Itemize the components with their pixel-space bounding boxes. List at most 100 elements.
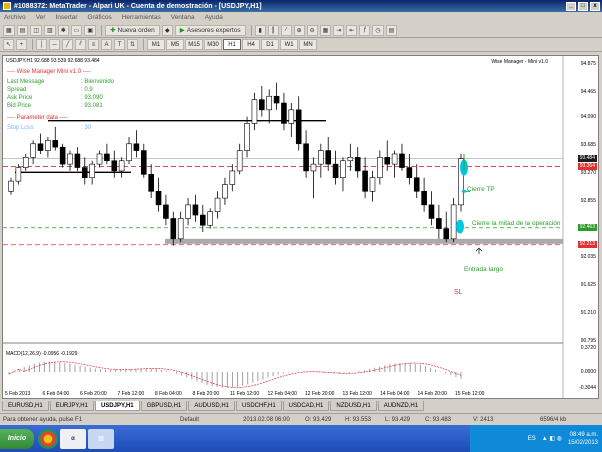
horizontal-line-icon[interactable]: ─ — [49, 39, 61, 50]
candle-body — [295, 109, 302, 145]
channel-icon[interactable]: ⫽ — [75, 39, 87, 50]
zoom-in-icon[interactable]: ⊕ — [293, 24, 305, 36]
language-indicator[interactable]: ES — [528, 436, 536, 442]
crosshair-icon[interactable]: + — [16, 39, 28, 50]
candle-body — [443, 228, 450, 240]
label-icon[interactable]: T — [114, 39, 126, 50]
menu-ventana[interactable]: Ventana — [171, 14, 195, 21]
zoom-out-icon[interactable]: ⊖ — [306, 24, 318, 36]
expert-name: Wise Manager - Mini v1.0 — [491, 59, 548, 65]
menu-ayuda[interactable]: Ayuda — [205, 14, 223, 21]
tile-icon[interactable]: ▦ — [319, 24, 332, 36]
autoscroll-icon[interactable]: ⇥ — [333, 24, 345, 36]
status-bar: Para obtener ayuda, pulse F1 Default 201… — [0, 413, 602, 425]
start-button[interactable]: Inicio — [0, 428, 34, 449]
tab-usdcad-h1[interactable]: USDCAD,H1 — [282, 400, 330, 411]
maximize-button[interactable]: □ — [578, 1, 588, 11]
vertical-line-icon[interactable]: │ — [36, 39, 48, 50]
timeframe-m30[interactable]: M30 — [204, 39, 223, 50]
candle-body — [236, 150, 243, 172]
paint-icon[interactable]: ▨ — [88, 428, 114, 449]
fibonacci-icon[interactable]: ≡ — [88, 39, 100, 50]
tester-icon[interactable]: ▣ — [84, 24, 97, 36]
indicator-row: Last Message: Bienvenido — [7, 79, 114, 85]
candle-body — [244, 123, 250, 151]
indicator-label: Spread — [7, 87, 27, 93]
timeframe-h1[interactable]: H1 — [223, 39, 242, 50]
candlestick-icon[interactable]: ┃ — [267, 24, 279, 36]
timeframe-mn[interactable]: MN — [299, 39, 318, 50]
timeframe-d1[interactable]: D1 — [261, 39, 280, 50]
candle-body — [37, 143, 44, 151]
trendline-icon[interactable]: ╱ — [62, 39, 74, 50]
candle-body — [384, 157, 391, 165]
menu-archivo[interactable]: Archivo — [4, 14, 26, 21]
new-order-button[interactable]: ✚ Nueva orden — [105, 24, 160, 36]
price-tick-label: 92.855 — [580, 198, 596, 205]
candle-body — [347, 157, 354, 162]
arrows-icon[interactable]: ⇅ — [127, 39, 139, 50]
timeframe-h4[interactable]: H4 — [242, 39, 261, 50]
period-icon[interactable]: ◷ — [372, 24, 384, 36]
candle-body — [266, 95, 272, 111]
candle-body — [251, 99, 258, 124]
menu-herramientas[interactable]: Herramientas — [122, 14, 161, 21]
timeframe-w1[interactable]: W1 — [280, 39, 299, 50]
macd-signal-line — [8, 361, 462, 388]
cursor-arrow-icon — [475, 247, 483, 255]
candle-body — [133, 143, 140, 151]
menu-ver[interactable]: Ver — [36, 14, 46, 21]
candle-body — [303, 143, 309, 172]
expert-advisors-button[interactable]: ▶ Asesores expertos — [174, 24, 246, 36]
candle-body — [104, 153, 110, 162]
tab-nzdusd-h1[interactable]: NZDUSD,H1 — [330, 400, 377, 411]
tab-usdjpy-h1[interactable]: USDJPY,H1 — [94, 400, 140, 411]
candle-body — [170, 218, 177, 240]
profiles-icon[interactable]: ▤ — [16, 24, 29, 36]
price-tick-label: 91.210 — [580, 309, 596, 316]
bar-chart-icon[interactable]: ▮ — [254, 24, 266, 36]
date-tick-label: 8 Feb 04:00 — [155, 391, 182, 397]
market-watch-icon[interactable]: ◫ — [30, 24, 43, 36]
tab-audusd-h1[interactable]: AUDUSD,H1 — [188, 400, 235, 411]
date-tick-label: 11 Feb 12:00 — [230, 391, 260, 397]
navigator-icon[interactable]: ✱ — [57, 24, 69, 36]
price-tag: 92.213 — [577, 241, 597, 249]
date-tick-label: 8 Feb 20:00 — [192, 391, 220, 397]
candle-body — [391, 153, 398, 165]
chrome-icon[interactable] — [38, 428, 58, 449]
timeframe-m5[interactable]: M5 — [166, 39, 185, 50]
timeframe-m1[interactable]: M1 — [147, 39, 166, 50]
terminal-icon[interactable]: ▭ — [70, 24, 83, 36]
alpari-icon[interactable]: α — [60, 428, 86, 449]
tab-eurjpy-h1[interactable]: EURJPY,H1 — [49, 400, 94, 411]
metaeditor-icon[interactable]: ◆ — [161, 24, 173, 36]
templates-icon[interactable]: ▤ — [385, 24, 398, 36]
candle-body — [354, 157, 361, 172]
new-chart-icon[interactable]: ▦ — [3, 24, 15, 36]
system-tray: ES ▲ ◧ ◍ 08:49 a.m. 15/02/2013 — [470, 425, 602, 452]
price-tick-label: 94.875 — [580, 61, 596, 67]
price-tick-label: 94.465 — [580, 88, 596, 95]
status-high: H: 93.553 — [345, 416, 372, 423]
clock[interactable]: 08:49 a.m. 15/02/2013 — [568, 431, 598, 447]
tab-eurusd-h1[interactable]: EURUSD,H1 — [2, 400, 49, 411]
tab-gbpusd-h1[interactable]: GBPUSD,H1 — [140, 400, 188, 411]
indicators-icon[interactable]: ƒ — [359, 24, 371, 36]
menu-graficos[interactable]: Gráficos — [88, 14, 112, 21]
line-chart-icon[interactable]: ∕ — [280, 24, 292, 36]
chart-shift-icon[interactable]: ⇤ — [346, 24, 358, 36]
timeframe-m15[interactable]: M15 — [185, 39, 204, 50]
candle-body — [52, 140, 59, 148]
minimize-button[interactable]: _ — [566, 1, 576, 11]
menu-insertar[interactable]: Insertar — [55, 14, 77, 21]
cursor-icon[interactable]: ↖ — [3, 39, 15, 50]
text-icon[interactable]: A — [101, 39, 113, 50]
close-button[interactable]: x — [590, 1, 600, 11]
tab-usdchf-h1[interactable]: USDCHF,H1 — [236, 400, 282, 411]
chart-window[interactable]: USDJPY,H1 92.688 93.539 92.688 93.484 Wi… — [2, 55, 599, 399]
tab-audnzd-h1[interactable]: AUDNZD,H1 — [377, 400, 425, 411]
candle-body — [259, 99, 265, 111]
data-window-icon[interactable]: ▥ — [44, 24, 56, 36]
candle-body — [273, 95, 280, 104]
